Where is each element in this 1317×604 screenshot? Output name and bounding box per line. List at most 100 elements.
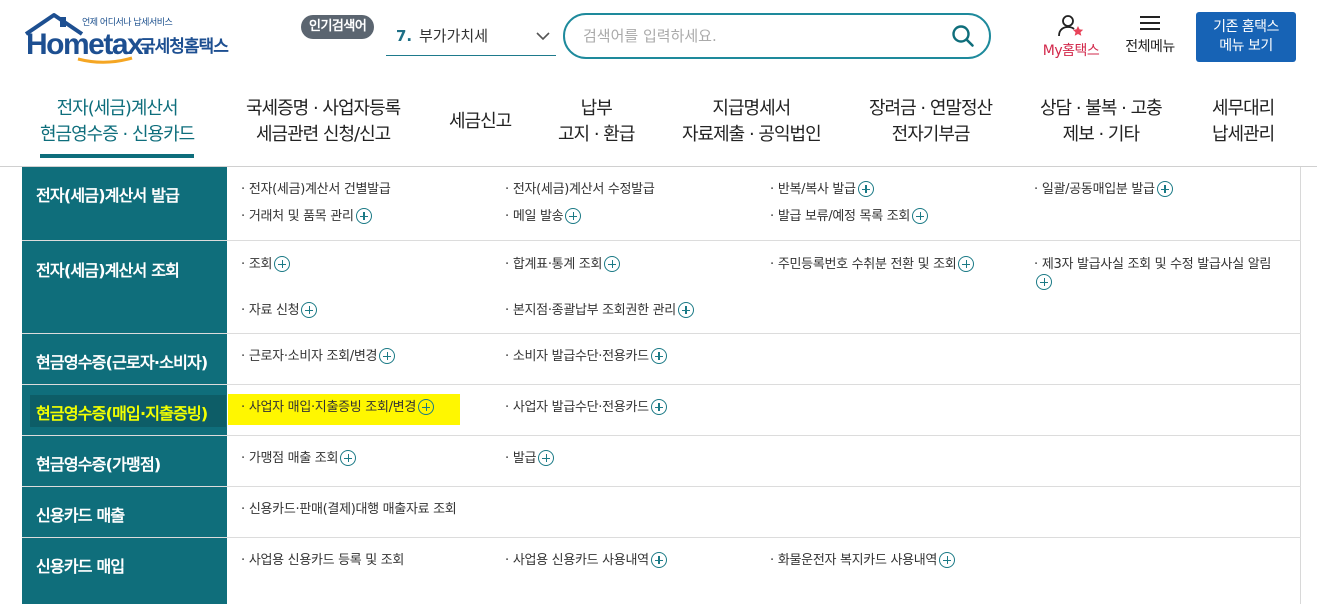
gnb-tab-tax-return[interactable]: 세금신고 xyxy=(449,109,512,135)
hometax-logo[interactable]: 언제 어디서나 납세서비스 Hometax. 국세청홈택스 xyxy=(22,12,242,64)
menu-section: 전자(세금)계산서 발급 · 전자(세금)계산서 건별발급 · 전자(세금)계산서 … xyxy=(22,167,1301,241)
menu-link[interactable]: · 근로자·소비자 조회/변경 xyxy=(241,348,396,366)
expand-plus-icon[interactable] xyxy=(538,450,555,466)
section-title[interactable]: 현금영수증(가맹점) xyxy=(22,451,227,475)
menu-link[interactable]: · 제3자 발급사실 조회 및 수정 발급사실 알림 xyxy=(1034,256,1274,292)
popular-term: 부가가치세 xyxy=(419,27,489,45)
expand-plus-icon[interactable] xyxy=(565,208,582,224)
expand-plus-icon[interactable] xyxy=(857,181,874,197)
search-box xyxy=(563,13,991,59)
gnb-tab-line2: 납세관리 xyxy=(1212,124,1275,145)
legacy-button-line1: 기존 홈택스 xyxy=(1213,19,1279,35)
gnb-tab-line1: 국세증명 · 사업자등록 xyxy=(246,98,401,119)
gnb-tab-line2: 자료제출 · 공익법인 xyxy=(682,124,822,145)
search-input[interactable] xyxy=(583,23,933,49)
menu-link[interactable]: · 거래처 및 품목 관리 xyxy=(241,208,372,226)
menu-link[interactable]: · 가맹점 매출 조회 xyxy=(241,450,357,468)
gnb-tab-line2: 현금영수증 · 신용카드 xyxy=(40,124,195,145)
menu-link[interactable]: · 메일 발송 xyxy=(505,208,582,226)
legacy-button-line2: 메뉴 보기 xyxy=(1219,38,1273,54)
expand-plus-icon[interactable] xyxy=(650,348,667,364)
menu-link[interactable]: · 사업용 신용카드 사용내역 xyxy=(505,552,667,570)
menu-section: 신용카드 매입 · 사업용 신용카드 등록 및 조회 · 사업용 신용카드 사용내역… xyxy=(22,538,1301,604)
expand-plus-icon[interactable] xyxy=(604,256,621,272)
menu-link[interactable]: · 화물운전자 복지카드 사용내역 xyxy=(770,552,956,570)
menu-link[interactable]: · 합계표·통계 조회 xyxy=(505,256,621,274)
expand-plus-icon[interactable] xyxy=(301,302,318,318)
gnb-tab-line2: 세금관련 신청/신고 xyxy=(255,124,391,145)
gnb-tab-line1: 납부 xyxy=(580,98,613,119)
gnb-tab-certificate[interactable]: 국세증명 · 사업자등록 세금관련 신청/신고 xyxy=(246,96,401,148)
gnb-tab-line2: 전자기부금 xyxy=(891,124,971,145)
expand-plus-icon[interactable] xyxy=(912,208,929,224)
mega-menu: 전자(세금)계산서 발급 · 전자(세금)계산서 건별발급 · 전자(세금)계산서 … xyxy=(22,167,1301,604)
section-title[interactable]: 전자(세금)계산서 발급 xyxy=(22,182,227,206)
menu-link[interactable]: · 전자(세금)계산서 건별발급 xyxy=(241,181,391,199)
expand-plus-icon[interactable] xyxy=(1036,274,1052,290)
header: 언제 어디서나 납세서비스 Hometax. 국세청홈택스 인기검색어 7. 부… xyxy=(0,0,1317,80)
expand-plus-icon[interactable] xyxy=(418,399,435,415)
menu-link[interactable]: · 신용카드·판매(결제)대행 매출자료 조회 xyxy=(241,501,457,519)
gnb-tab-line1: 전자(세금)계산서 xyxy=(56,98,179,119)
menu-link[interactable]: · 발급 xyxy=(505,450,555,468)
expand-plus-icon[interactable] xyxy=(650,399,667,415)
menu-section: 전자(세금)계산서 조회 · 조회 · 합계표·통계 조회 · 주민등록번호 수취분 … xyxy=(22,241,1301,334)
legacy-menu-button[interactable]: 기존 홈택스 메뉴 보기 xyxy=(1196,12,1296,62)
gnb-tab-agent[interactable]: 세무대리 납세관리 xyxy=(1212,96,1275,148)
menu-link[interactable]: · 사업용 신용카드 등록 및 조회 xyxy=(241,552,404,570)
expand-plus-icon[interactable] xyxy=(355,208,372,224)
menu-link[interactable]: · 전자(세금)계산서 수정발급 xyxy=(505,181,655,199)
logo-name: 국세청홈택스 xyxy=(140,37,229,57)
gnb-tab-payment[interactable]: 납부 고지 · 환급 xyxy=(558,96,635,148)
all-menu-button[interactable]: 전체메뉴 xyxy=(1118,14,1182,64)
expand-plus-icon[interactable] xyxy=(1156,181,1173,197)
expand-plus-icon[interactable] xyxy=(650,552,667,568)
chevron-down-icon xyxy=(536,32,550,41)
gnb-tab-line1: 세금신고 xyxy=(449,111,512,132)
menu-section: 현금영수증(가맹점) · 가맹점 매출 조회 · 발급 xyxy=(22,436,1301,487)
menu-link[interactable]: · 소비자 발급수단·전용카드 xyxy=(505,348,667,366)
expand-plus-icon[interactable] xyxy=(958,256,975,272)
expand-plus-icon[interactable] xyxy=(677,302,694,318)
menu-link[interactable]: · 일괄/공동매입분 발급 xyxy=(1034,181,1173,199)
menu-section: 현금영수증(매입·지출증빙) · 사업자 매입·지출증빙 조회/변경 · 사업자 발… xyxy=(22,385,1301,436)
hamburger-icon xyxy=(1140,16,1160,30)
gnb-tab-consult[interactable]: 상담 · 불복 · 고충 제보 · 기타 xyxy=(1040,96,1163,148)
gnb-tab-line2: 고지 · 환급 xyxy=(558,124,635,145)
menu-section: 현금영수증(근로자·소비자) · 근로자·소비자 조회/변경 · 소비자 발급수단·… xyxy=(22,334,1301,385)
logo-swoosh-icon xyxy=(77,56,133,64)
menu-section: 신용카드 매출 · 신용카드·판매(결제)대행 매출자료 조회 xyxy=(22,487,1301,538)
menu-link[interactable]: · 자료 신청 xyxy=(241,302,318,320)
menu-link[interactable]: · 반복/복사 발급 xyxy=(770,181,874,199)
section-title[interactable]: 신용카드 매입 xyxy=(22,553,227,577)
popular-search-select[interactable]: 7. 부가가치세 xyxy=(386,20,556,56)
my-hometax-button[interactable]: My홈택스 xyxy=(1036,14,1106,64)
section-title[interactable]: 현금영수증(매입·지출증빙) xyxy=(22,400,227,424)
expand-plus-icon[interactable] xyxy=(274,256,291,272)
expand-plus-icon[interactable] xyxy=(340,450,357,466)
search-icon[interactable] xyxy=(951,24,975,48)
gnb-tab-line1: 장려금 · 연말정산 xyxy=(869,98,993,119)
menu-link[interactable]: · 조회 xyxy=(241,256,291,274)
all-menu-label: 전체메뉴 xyxy=(1125,39,1175,55)
gnb-tab-statement[interactable]: 지급명세서 자료제출 · 공익법인 xyxy=(682,96,822,148)
user-star-icon xyxy=(1058,15,1084,37)
gnb-tab-einvoice[interactable]: 전자(세금)계산서 현금영수증 · 신용카드 xyxy=(40,96,195,158)
popular-search-badge: 인기검색어 xyxy=(301,15,375,39)
gnb-tab-incentive[interactable]: 장려금 · 연말정산 전자기부금 xyxy=(869,96,993,148)
menu-link[interactable]: · 발급 보류/예정 목록 조회 xyxy=(770,208,929,226)
menu-link[interactable]: · 주민등록번호 수취분 전환 및 조회 xyxy=(770,256,975,274)
logo-subtitle: 언제 어디서나 납세서비스 xyxy=(82,18,173,28)
expand-plus-icon[interactable] xyxy=(379,348,396,364)
expand-plus-icon[interactable] xyxy=(939,552,956,568)
section-title[interactable]: 현금영수증(근로자·소비자) xyxy=(22,349,227,373)
section-title[interactable]: 전자(세금)계산서 조회 xyxy=(22,257,227,281)
global-navigation: 전자(세금)계산서 현금영수증 · 신용카드 국세증명 · 사업자등록 세금관련… xyxy=(0,80,1317,167)
gnb-tab-line2: 제보 · 기타 xyxy=(1062,124,1140,145)
popular-rank: 7. xyxy=(396,27,413,45)
menu-link[interactable]: · 본지점·종괄납부 조회권한 관리 xyxy=(505,302,694,320)
gnb-tab-line1: 지급명세서 xyxy=(712,98,791,119)
menu-link[interactable]: · 사업자 발급수단·전용카드 xyxy=(505,399,667,417)
section-title[interactable]: 신용카드 매출 xyxy=(22,502,227,526)
menu-link[interactable]: · 사업자 매입·지출증빙 조회/변경 xyxy=(241,399,435,417)
